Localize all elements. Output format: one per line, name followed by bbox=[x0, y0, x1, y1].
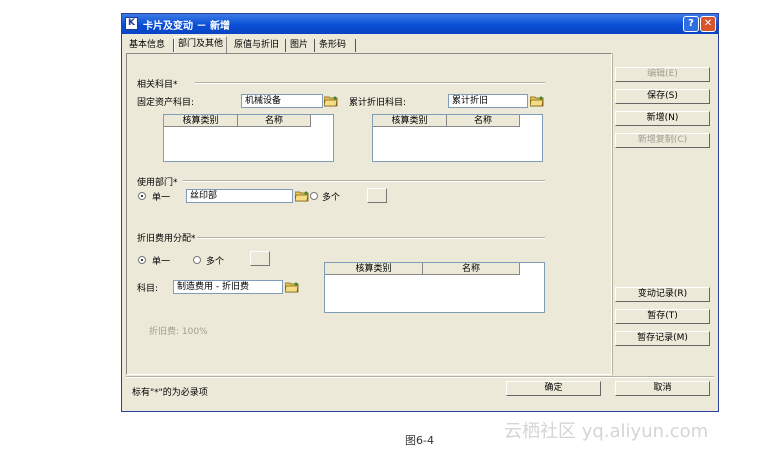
figure-caption: 图6-4 bbox=[405, 434, 434, 447]
department-group-label: 使用部门* bbox=[137, 178, 178, 188]
department-multiple-label: 多个 bbox=[322, 193, 341, 203]
group-divider bbox=[195, 82, 545, 84]
grid-header-category: 核算类别 bbox=[373, 115, 447, 127]
browse-folder-icon[interactable] bbox=[530, 95, 544, 107]
help-button[interactable]: ? bbox=[683, 16, 699, 32]
department-single-label: 单一 bbox=[152, 193, 171, 203]
title-bar[interactable]: K 卡片及变动 － 新增 ? ✕ bbox=[122, 14, 718, 34]
watermark: 云栖社区 yq.aliyun.com bbox=[504, 421, 709, 442]
grid-header-name: 名称 bbox=[423, 263, 520, 275]
app-icon: K bbox=[125, 17, 138, 30]
grid-header-name: 名称 bbox=[238, 115, 311, 127]
browse-folder-icon[interactable] bbox=[324, 95, 338, 107]
close-button[interactable]: ✕ bbox=[700, 16, 716, 32]
new-button[interactable]: 新增(N) bbox=[615, 111, 710, 126]
fixed-asset-account-input[interactable]: 机械设备 bbox=[241, 94, 323, 108]
change-log-button[interactable]: 变动记录(R) bbox=[615, 287, 710, 302]
save-button[interactable]: 保存(S) bbox=[615, 89, 710, 104]
browse-folder-icon[interactable] bbox=[285, 281, 299, 293]
fixed-asset-assist-grid[interactable]: 核算类别 名称 bbox=[163, 114, 334, 162]
depreciation-account-input[interactable]: 累计折旧 bbox=[448, 94, 528, 108]
required-note: 标有"*"的为必录项 bbox=[132, 388, 208, 398]
depreciation-account-label: 累计折旧科目: bbox=[349, 98, 407, 108]
alloc-multiple-button[interactable] bbox=[250, 251, 270, 266]
alloc-assist-grid[interactable]: 核算类别 名称 bbox=[324, 262, 545, 313]
card-change-dialog: K 卡片及变动 － 新增 ? ✕ 基本信息 部门及其他 原值与折旧 图片 条形码… bbox=[121, 13, 719, 412]
grid-header-name: 名称 bbox=[447, 115, 520, 127]
tab-value-depreciation[interactable]: 原值与折旧 bbox=[231, 38, 282, 52]
department-multiple-radio[interactable] bbox=[310, 192, 318, 200]
department-multiple-button[interactable] bbox=[367, 188, 387, 203]
alloc-multiple-label: 多个 bbox=[206, 257, 225, 267]
department-input[interactable]: 丝印部 bbox=[186, 189, 293, 203]
group-divider bbox=[197, 237, 545, 239]
tab-separator bbox=[314, 39, 315, 52]
tab-separator bbox=[355, 39, 356, 52]
footer-divider bbox=[126, 376, 714, 378]
alloc-account-input[interactable]: 制造费用 - 折旧费 bbox=[173, 280, 283, 294]
edit-button[interactable]: 编辑(E) bbox=[615, 67, 710, 82]
grid-header-category: 核算类别 bbox=[164, 115, 238, 127]
tab-panel: 相关科目* 固定资产科目: 机械设备 累计折旧科目: 累计折旧 核算类别 名称 … bbox=[126, 53, 612, 375]
alloc-single-radio[interactable] bbox=[138, 256, 146, 264]
depreciation-assist-grid[interactable]: 核算类别 名称 bbox=[372, 114, 543, 162]
related-accounts-group-label: 相关科目* bbox=[137, 80, 178, 90]
tab-separator bbox=[285, 39, 286, 52]
fixed-asset-account-label: 固定资产科目: bbox=[137, 98, 195, 108]
browse-folder-icon[interactable] bbox=[295, 190, 309, 202]
window-title: 卡片及变动 － 新增 bbox=[143, 21, 230, 32]
tab-barcode[interactable]: 条形码 bbox=[316, 38, 349, 52]
alloc-multiple-radio[interactable] bbox=[193, 256, 201, 264]
temp-records-button[interactable]: 暂存记录(M) bbox=[615, 331, 710, 346]
cancel-button[interactable]: 取消 bbox=[615, 381, 710, 396]
department-single-radio[interactable] bbox=[138, 192, 146, 200]
tab-basic-info[interactable]: 基本信息 bbox=[126, 38, 168, 52]
grid-header-category: 核算类别 bbox=[325, 263, 423, 275]
new-copy-button[interactable]: 新增复制(C) bbox=[615, 133, 710, 148]
group-divider bbox=[183, 180, 545, 182]
alloc-account-label: 科目: bbox=[137, 284, 159, 294]
temp-save-button[interactable]: 暂存(T) bbox=[615, 309, 710, 324]
depreciation-alloc-group-label: 折旧费用分配* bbox=[137, 234, 196, 244]
alloc-single-label: 单一 bbox=[152, 257, 171, 267]
ok-button[interactable]: 确定 bbox=[506, 381, 601, 396]
tab-department-other[interactable]: 部门及其他 bbox=[174, 36, 228, 54]
tab-picture[interactable]: 图片 bbox=[287, 38, 311, 52]
depreciation-ratio: 折旧费: 100% bbox=[149, 327, 208, 337]
